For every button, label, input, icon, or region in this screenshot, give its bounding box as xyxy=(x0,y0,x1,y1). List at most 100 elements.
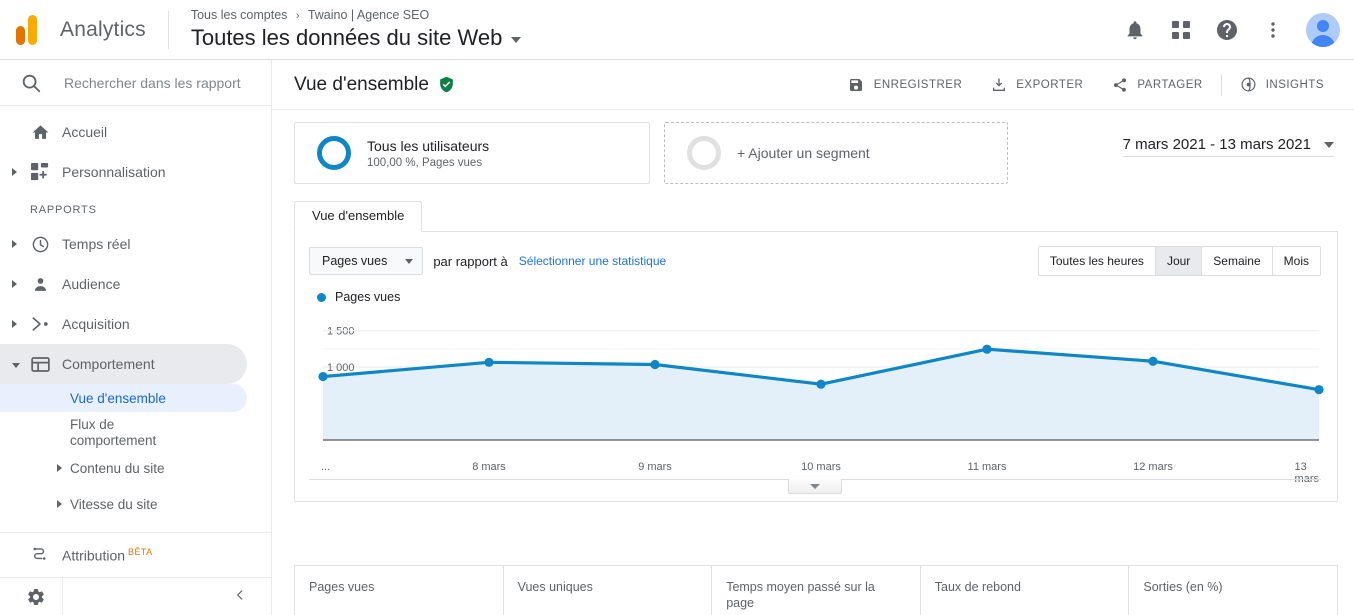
sidebar-subitem-flux-de-comportement[interactable]: Flux de comportement xyxy=(0,412,271,454)
acquisition-icon xyxy=(30,314,50,334)
sidebar-item-label: Temps réel xyxy=(62,236,131,253)
sidebar-subitem-contenu-du-site[interactable]: Contenu du site xyxy=(0,454,271,482)
segment-ring-icon xyxy=(317,136,351,170)
save-icon xyxy=(848,76,865,93)
report-body: Pages vues par rapport à Sélectionner un… xyxy=(294,232,1338,502)
sidebar-footer xyxy=(0,577,271,615)
sidebar-item-attribution[interactable]: Attribution BÊTA xyxy=(0,533,271,577)
attribution-icon xyxy=(30,545,50,565)
footer-divider xyxy=(62,578,63,615)
sidebar-item-label: Accueil xyxy=(62,124,108,141)
chart-legend: Pages vues xyxy=(317,290,1321,304)
chart-collapse-handle[interactable] xyxy=(788,479,842,494)
select-metric-link[interactable]: Sélectionner une statistique xyxy=(519,254,666,268)
chevron-down-icon xyxy=(405,258,414,264)
metric-select[interactable]: Pages vues xyxy=(309,247,424,275)
header-actions xyxy=(1122,0,1340,60)
page-actions: ENREGISTRER EXPORTER PARTAGER INSIGHTS xyxy=(834,73,1338,96)
breadcrumb-separator: › xyxy=(295,10,300,22)
metric-card[interactable]: Sorties (en %)82,67 % xyxy=(1129,566,1337,615)
sidebar-subitem-label: Vitesse du site xyxy=(70,496,158,512)
chevron-right-icon xyxy=(57,464,62,473)
page-title: Vue d'ensemble xyxy=(294,74,455,96)
share-label: PARTAGER xyxy=(1137,78,1203,91)
sidebar-item-label: Acquisition xyxy=(62,316,130,333)
breadcrumb-property[interactable]: Twaino | Agence SEO xyxy=(308,8,429,22)
search-input[interactable] xyxy=(64,74,254,91)
save-button[interactable]: ENREGISTRER xyxy=(834,76,977,93)
x-axis-tick: 9 mars xyxy=(638,461,672,473)
chart-controls: Pages vues par rapport à Sélectionner un… xyxy=(309,246,1321,276)
metric-card[interactable]: Temps moyen passé sur la page00:04:05 xyxy=(712,566,921,615)
pageviews-chart[interactable]: 5001 0001 500 xyxy=(309,310,1324,460)
sidebar-item-label: Attribution BÊTA xyxy=(0,547,153,564)
gear-icon[interactable] xyxy=(26,587,46,607)
segment-detail: 100,00 %, Pages vues xyxy=(367,157,483,169)
sidebar-item-accueil[interactable]: Accueil xyxy=(0,112,271,152)
chevron-down-icon xyxy=(12,363,20,372)
avatar[interactable] xyxy=(1306,13,1340,47)
download-icon xyxy=(990,76,1007,93)
add-segment-button[interactable]: + Ajouter un segment xyxy=(664,122,1008,184)
beta-badge: BÊTA xyxy=(128,547,153,558)
view-selector[interactable]: Toutes les données du site Web xyxy=(191,25,522,51)
compare-label: par rapport à xyxy=(433,253,508,269)
more-vert-icon[interactable] xyxy=(1260,17,1286,43)
chevron-right-icon xyxy=(12,240,17,249)
granularity-month[interactable]: Mois xyxy=(1272,247,1320,275)
segment-bar: Tous les utilisateurs 100,00 %, Pages vu… xyxy=(272,110,1354,184)
segment-all-users[interactable]: Tous les utilisateurs 100,00 %, Pages vu… xyxy=(294,122,650,184)
granularity-toggle: Toutes les heures Jour Semaine Mois xyxy=(1037,246,1321,276)
add-segment-label: + Ajouter un segment xyxy=(737,145,870,161)
metric-card[interactable]: Taux de rebond89,01 % xyxy=(921,566,1130,615)
metric-label: Pages vues xyxy=(309,580,375,594)
granularity-hourly[interactable]: Toutes les heures xyxy=(1038,247,1156,275)
date-range-picker[interactable]: 7 mars 2021 - 13 mars 2021 xyxy=(1122,136,1334,157)
granularity-day[interactable]: Jour xyxy=(1155,247,1203,275)
share-icon xyxy=(1111,76,1128,93)
insights-label: INSIGHTS xyxy=(1265,78,1324,91)
pageviews-area-chart[interactable]: 5001 0001 500 xyxy=(309,310,1329,460)
analytics-logo[interactable] xyxy=(0,14,60,45)
chevron-right-icon xyxy=(12,168,17,177)
sidebar-subitem-vitesse-du-site[interactable]: Vitesse du site xyxy=(0,490,271,518)
bell-icon[interactable] xyxy=(1122,17,1148,43)
tab-vue-densemble[interactable]: Vue d'ensemble xyxy=(294,201,423,232)
sidebar-item-audience[interactable]: Audience xyxy=(0,264,271,304)
export-button[interactable]: EXPORTER xyxy=(976,76,1097,93)
breadcrumb: Tous les comptes › Twaino | Agence SEO xyxy=(191,8,521,23)
x-axis-tick: 12 mars xyxy=(1133,461,1173,473)
metric-label: Temps moyen passé sur la page xyxy=(726,580,875,610)
metric-card[interactable]: Vues uniques5 468 xyxy=(504,566,713,615)
segment-name: Tous les utilisateurs xyxy=(367,138,490,154)
sidebar-nav: Accueil Personnalisation RAPPORTS Temps … xyxy=(0,106,271,577)
chevron-down-icon xyxy=(511,37,522,43)
granularity-week[interactable]: Semaine xyxy=(1202,247,1273,275)
apps-grid-icon[interactable] xyxy=(1168,17,1194,43)
empty-ring-icon xyxy=(687,136,721,170)
sidebar-search[interactable] xyxy=(0,60,271,107)
breadcrumb-account[interactable]: Tous les comptes xyxy=(191,8,288,22)
sidebar-item-label: Comportement xyxy=(62,356,155,373)
metric-select-value: Pages vues xyxy=(322,254,388,268)
verified-shield-icon xyxy=(438,76,455,93)
insights-icon xyxy=(1240,76,1257,93)
chart-x-axis: ... 8 mars 9 mars 10 mars 11 mars 12 mars 13 m… xyxy=(309,461,1321,485)
sidebar-item-acquisition[interactable]: Acquisition xyxy=(0,304,271,344)
help-icon[interactable] xyxy=(1214,17,1240,43)
search-icon xyxy=(20,72,42,94)
metric-label: Vues uniques xyxy=(517,580,593,594)
share-button[interactable]: PARTAGER xyxy=(1097,76,1216,93)
insights-button[interactable]: INSIGHTS xyxy=(1226,76,1338,93)
sidebar-item-temps-reel[interactable]: Temps réel xyxy=(0,224,271,264)
sidebar-item-personnalisation[interactable]: Personnalisation xyxy=(0,152,271,192)
metric-label: Sorties (en %) xyxy=(1143,580,1223,594)
chevron-left-icon[interactable] xyxy=(233,588,247,606)
sidebar-subitem-vue-densemble[interactable]: Vue d'ensemble xyxy=(0,384,247,413)
sidebar-item-comportement[interactable]: Comportement xyxy=(0,344,247,385)
legend-label: Pages vues xyxy=(335,290,401,304)
metric-card[interactable]: Pages vues6 018 xyxy=(295,566,504,615)
save-label: ENREGISTRER xyxy=(873,78,963,91)
brand-label: Analytics xyxy=(60,17,146,41)
metric-label: Taux de rebond xyxy=(934,580,1021,594)
